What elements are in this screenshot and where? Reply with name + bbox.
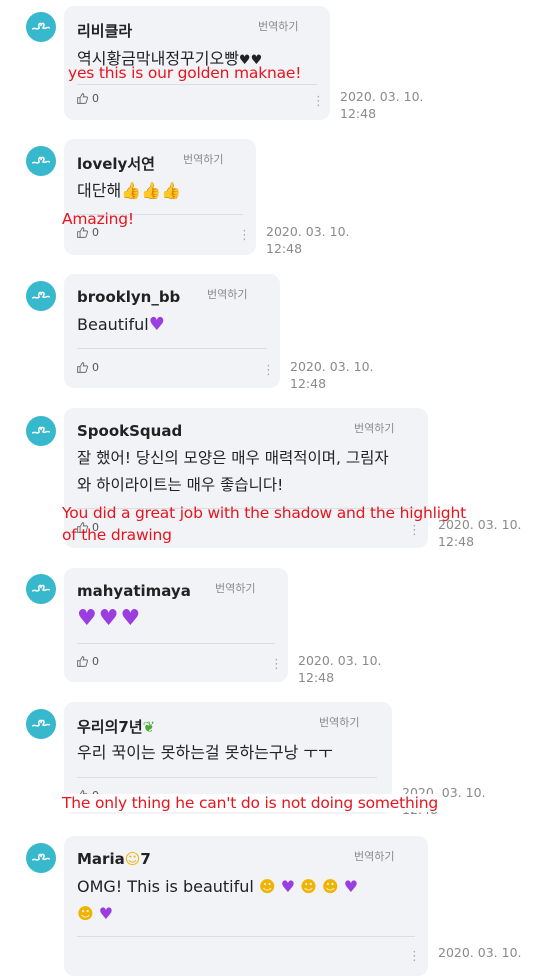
purple-heart-icon: ♥ [98, 904, 114, 923]
like-count: 0 [92, 655, 99, 668]
heart-doodle-icon [32, 853, 50, 861]
purple-heart-icon: ♥ [148, 314, 165, 335]
timestamp: 2020. 03. 10.12:48 [290, 359, 374, 391]
username[interactable]: brooklyn_bb [77, 288, 180, 306]
purple-heart-icon: ♥ [280, 877, 296, 896]
comment-bubble: lovely서연 번역하기 대단해👍👍👍 0 ⋮ 2020. 03. 10. 12… [64, 139, 350, 256]
translate-button[interactable]: 번역하기 [207, 286, 247, 302]
vertical-ellipsis-icon[interactable]: ⋮ [408, 950, 421, 963]
vertical-ellipsis-icon[interactable]: ⋮ [270, 658, 283, 671]
comment-bubble: brooklyn_bb 번역하기 Beautiful♥ 0 ⋮ 2020. 03… [64, 274, 374, 391]
divider [77, 643, 275, 644]
thumbs-up-icon [77, 93, 88, 104]
translation-text: yes this is our golden maknae! [68, 64, 302, 82]
heart-doodle-icon [32, 584, 50, 592]
comment-text: Beautiful♥ [77, 314, 165, 335]
username[interactable]: 리비클라 [77, 20, 132, 41]
avatar[interactable] [26, 281, 56, 311]
hugging-face-icon: ☻ [300, 877, 317, 896]
username-label[interactable]: Maria [77, 850, 125, 868]
avatar[interactable] [26, 843, 56, 873]
heart-doodle-icon [32, 291, 50, 299]
username-suffix: 7 [140, 850, 151, 868]
heart-doodle-icon [32, 156, 50, 164]
comment-bubble: Maria☺7 번역하기 OMG! This is beautiful ☻ ♥ … [64, 836, 522, 976]
comment-text: ♥♥♥ [77, 605, 142, 633]
translation-text: Amazing! [62, 210, 134, 228]
avatar[interactable] [26, 416, 56, 446]
heart-doodle-icon [32, 22, 50, 30]
translate-button[interactable]: 번역하기 [215, 580, 255, 596]
comment-text: 잘 했어! 당신의 모양은 매우 매력적이며, 그림자 와 하이라이트는 매우 좋… [77, 449, 389, 494]
translate-button[interactable]: 번역하기 [354, 420, 394, 436]
like-button[interactable]: 0 [76, 655, 99, 668]
timestamp: 2020. 03. 10.12:48 [340, 89, 424, 121]
translation-text: You did a great job with the shadow and … [62, 504, 466, 544]
heart-doodle-icon [32, 426, 50, 434]
translation-text: The only thing he can't do is not doing … [62, 794, 439, 812]
comment-text: 우리 꾹이는 못하는걸 못하는구낭 ㅜㅜ [77, 743, 333, 762]
timestamp: 2020. 03. 10. [438, 945, 522, 960]
thumbs-up-icon [77, 362, 88, 373]
vertical-ellipsis-icon[interactable]: ⋮ [238, 229, 251, 242]
avatar[interactable] [26, 12, 56, 42]
like-button[interactable]: 0 [76, 92, 99, 105]
hugging-face-icon: ☻ [258, 877, 276, 896]
comment-text: 대단해👍👍👍 [77, 181, 181, 200]
purple-heart-icon: ♥ [343, 877, 359, 896]
divider [77, 777, 377, 778]
vertical-ellipsis-icon[interactable]: ⋮ [262, 364, 275, 377]
username: Maria☺7 [77, 850, 151, 868]
translate-button[interactable]: 번역하기 [354, 848, 394, 864]
heart-eyes-icon: ☻ [77, 904, 94, 923]
heart-eyes-icon: ☻ [321, 877, 339, 896]
username: 우리의7년❦ [77, 716, 155, 737]
username[interactable]: lovely서연 [77, 153, 155, 174]
comment-bubble: 리비클라 번역하기 역시황금막내정꾸기오빵♥♥ 0 ⋮ 2020. 03. 10… [64, 6, 424, 121]
like-button[interactable]: 0 [76, 361, 99, 374]
thumbs-up-emoji-icon: 👍👍👍 [121, 181, 181, 200]
purple-heart-icon: ♥♥♥ [77, 606, 143, 631]
winking-face-icon: ☺ [124, 850, 141, 868]
translate-button[interactable]: 번역하기 [258, 18, 298, 34]
avatar[interactable] [26, 709, 56, 739]
avatar[interactable] [26, 146, 56, 176]
thumbs-up-icon [77, 656, 88, 667]
translate-button[interactable]: 번역하기 [183, 151, 223, 167]
timestamp: 2020. 03. 10.12:48 [266, 224, 350, 256]
username-label[interactable]: 우리의7년 [77, 718, 143, 736]
like-count: 0 [92, 92, 99, 105]
timestamp: 2020. 03. 10.12:48 [298, 653, 382, 685]
leaf-icon: ❦ [142, 718, 156, 736]
username[interactable]: mahyatimaya [77, 582, 191, 600]
translate-button[interactable]: 번역하기 [319, 714, 359, 730]
comment-bubble: mahyatimaya 번역하기 ♥♥♥ 0 ⋮ 2020. 03. 10. 12… [64, 568, 382, 685]
like-count: 0 [92, 361, 99, 374]
comment-text: OMG! This is beautiful ☻ ♥ ☻ ☻ ♥ ☻ ♥ [77, 877, 359, 923]
vertical-ellipsis-icon[interactable]: ⋮ [312, 95, 325, 108]
avatar[interactable] [26, 574, 56, 604]
username[interactable]: SpookSquad [77, 422, 182, 440]
divider [77, 936, 415, 937]
divider [77, 348, 267, 349]
heart-doodle-icon [32, 719, 50, 727]
divider [77, 84, 317, 85]
